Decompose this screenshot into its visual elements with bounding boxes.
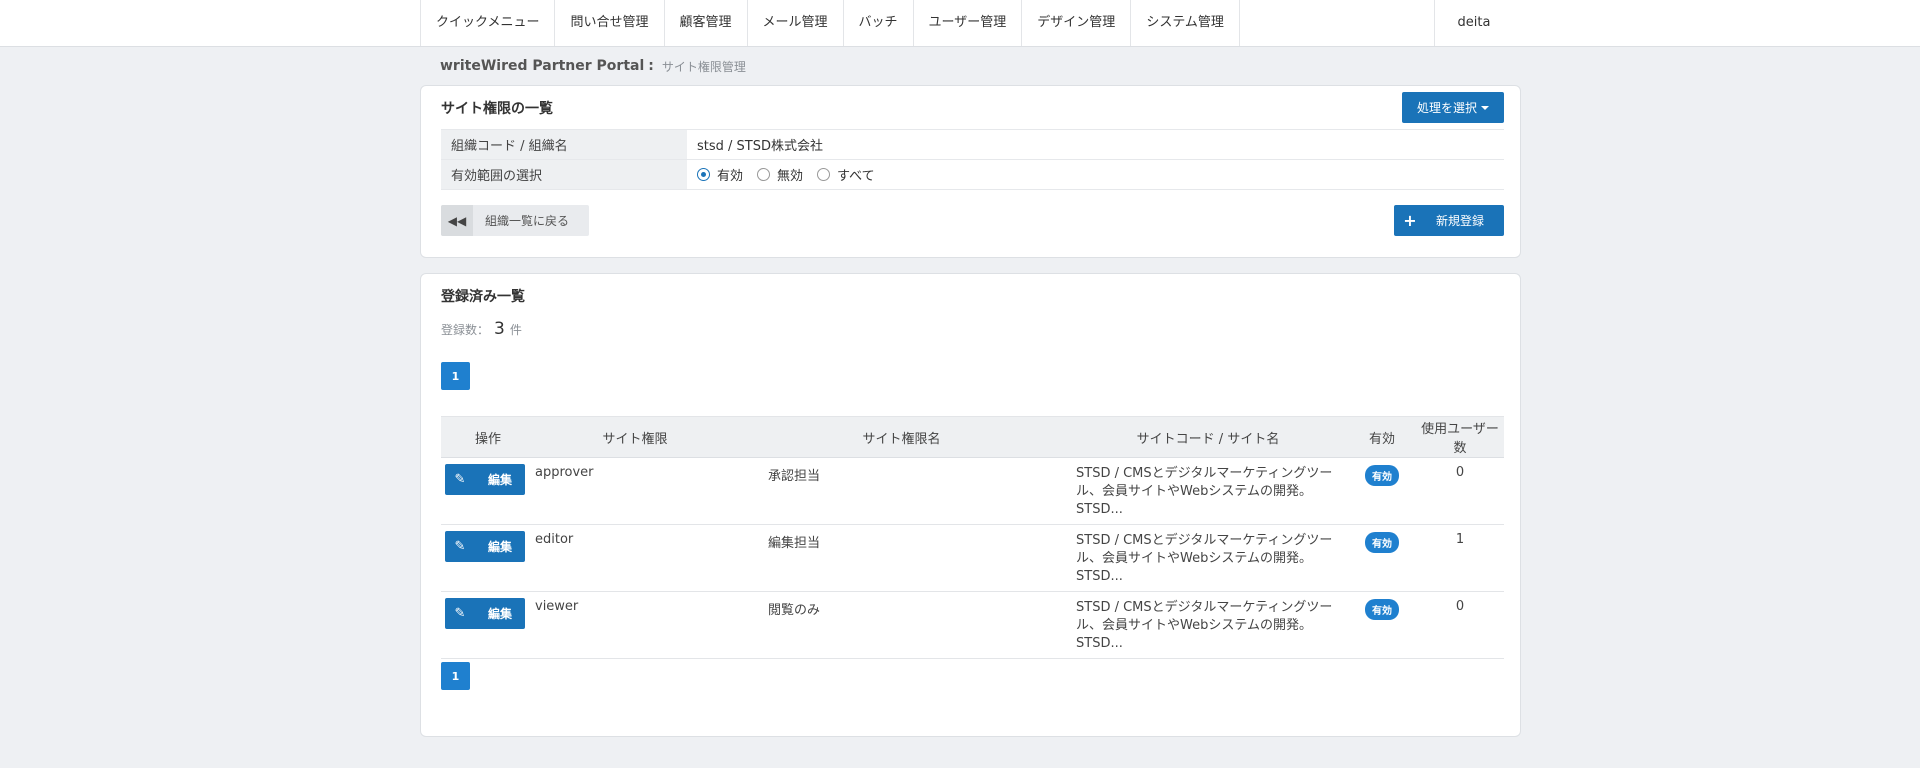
count-value: 3 [494, 319, 505, 339]
nav-item-design[interactable]: デザイン管理 [1022, 0, 1132, 46]
range-options: 有効 無効 すべて [687, 159, 1504, 190]
edit-button[interactable]: ✎ 編集 [445, 464, 525, 495]
select-action-button[interactable]: 処理を選択 [1402, 92, 1504, 123]
breadcrumb: writeWired Partner Portal : サイト権限管理 [440, 56, 746, 76]
radio-circle-checked [697, 168, 710, 181]
column-header-site: サイトコード / サイト名 [1068, 416, 1348, 458]
pencil-icon: ✎ [454, 539, 466, 554]
column-header-status: 有効 [1348, 416, 1416, 458]
nav-item-system[interactable]: システム管理 [1131, 0, 1240, 46]
user-count: 1 [1455, 532, 1465, 547]
new-register-button[interactable]: + 新規登録 [1394, 205, 1504, 236]
radio-label: すべて [837, 169, 875, 184]
filter-table: 組織コード / 組織名 stsd / STSD株式会社 有効範囲の選択 有効 無… [441, 129, 1504, 190]
edit-button[interactable]: ✎ 編集 [445, 598, 525, 629]
breadcrumb-separator: : [648, 58, 654, 74]
nav-item-batch[interactable]: バッチ [844, 0, 914, 46]
nav-item-customer[interactable]: 顧客管理 [665, 0, 748, 46]
table-header-row: 操作 サイト権限 サイト権限名 サイトコード / サイト名 有効 使用ユーザー数 [441, 416, 1504, 458]
select-action-label: 処理を選択 [1416, 101, 1477, 115]
site-name: STSD / CMSとデジタルマーケティングツール、会員サイトやWebシステムの… [1076, 466, 1333, 517]
edit-label: 編集 [487, 473, 512, 487]
table-row: ✎ 編集 editor 編集担当 STSD / CMSとデジタルマーケティングツー… [441, 524, 1504, 592]
nav-item-mail[interactable]: メール管理 [748, 0, 844, 46]
permission-code: approver [535, 465, 594, 480]
user-count: 0 [1455, 465, 1465, 480]
radio-label: 有効 [717, 169, 744, 184]
nav-item-quick-menu[interactable]: クイックメニュー [421, 0, 556, 46]
caret-down-icon [1481, 105, 1489, 110]
range-label: 有効範囲の選択 [441, 159, 687, 190]
permission-name: 編集担当 [768, 536, 821, 551]
breadcrumb-portal: writeWired Partner Portal [440, 58, 645, 74]
radio-all[interactable]: すべて [817, 165, 875, 184]
permission-code: editor [535, 532, 574, 547]
nav-menu: クイックメニュー 問い合せ管理 顧客管理 メール管理 バッチ ユーザー管理 デザ… [420, 0, 1240, 46]
pagination-page-bottom[interactable]: 1 [441, 662, 470, 690]
user-menu[interactable]: deita [1434, 0, 1513, 46]
plus-icon: + [1403, 211, 1417, 230]
table-row: ✎ 編集 approver 承認担当 STSD / CMSとデジタルマーケティング… [441, 457, 1504, 525]
top-navigation: クイックメニュー 問い合せ管理 顧客管理 メール管理 バッチ ユーザー管理 デザ… [0, 0, 1920, 47]
user-count: 0 [1455, 599, 1465, 614]
pagination-page-top[interactable]: 1 [441, 362, 470, 390]
registered-list-panel: 登録済み一覧 登録数： 3 件 1 操作 サイト権限 サイト権限名 サイトコード… [420, 273, 1521, 737]
permission-name: 閲覧のみ [768, 603, 821, 618]
nav-item-user[interactable]: ユーザー管理 [914, 0, 1023, 46]
double-chevron-left-icon: ◀◀ [441, 205, 473, 236]
radio-active[interactable]: 有効 [697, 165, 743, 184]
edit-label: 編集 [487, 540, 512, 554]
site-name: STSD / CMSとデジタルマーケティングツール、会員サイトやWebシステムの… [1076, 533, 1333, 584]
permissions-table: 操作 サイト権限 サイト権限名 サイトコード / サイト名 有効 使用ユーザー数… [441, 416, 1504, 659]
filter-row-range: 有効範囲の選択 有効 無効 すべて [441, 159, 1504, 190]
breadcrumb-current: サイト権限管理 [661, 59, 746, 74]
pencil-icon: ✎ [454, 472, 466, 487]
back-to-org-list-button[interactable]: ◀◀ 組織一覧に戻る [441, 205, 589, 236]
back-button-label: 組織一覧に戻る [485, 214, 570, 228]
status-badge: 有効 [1365, 599, 1399, 620]
nav-item-inquiry[interactable]: 問い合せ管理 [555, 0, 665, 46]
column-header-permission: サイト権限 [535, 416, 735, 458]
registered-list-title: 登録済み一覧 [441, 289, 525, 305]
radio-circle [757, 168, 771, 181]
table-row: ✎ 編集 viewer 閲覧のみ STSD / CMSとデジタルマーケティングツー… [441, 591, 1504, 659]
radio-label: 無効 [777, 169, 804, 184]
edit-button[interactable]: ✎ 編集 [445, 531, 525, 562]
column-header-action: 操作 [441, 416, 535, 458]
radio-inactive[interactable]: 無効 [757, 165, 803, 184]
org-value: stsd / STSD株式会社 [687, 129, 1504, 160]
count-label: 登録数： [441, 323, 490, 337]
edit-label: 編集 [487, 607, 512, 621]
radio-circle [817, 168, 831, 181]
org-label: 組織コード / 組織名 [441, 129, 687, 160]
site-name: STSD / CMSとデジタルマーケティングツール、会員サイトやWebシステムの… [1076, 600, 1333, 651]
registered-count: 登録数： 3 件 [441, 319, 522, 339]
permissions-title: サイト権限の一覧 [441, 101, 553, 117]
count-unit: 件 [509, 323, 522, 337]
permission-name: 承認担当 [768, 469, 821, 484]
column-header-permission-name: サイト権限名 [735, 416, 1068, 458]
new-register-label: 新規登録 [1436, 214, 1485, 228]
status-badge: 有効 [1365, 532, 1399, 553]
column-header-user-count: 使用ユーザー数 [1416, 416, 1504, 458]
filter-row-org: 組織コード / 組織名 stsd / STSD株式会社 [441, 129, 1504, 160]
permissions-panel: サイト権限の一覧 処理を選択 組織コード / 組織名 stsd / STSD株式… [420, 85, 1521, 258]
status-badge: 有効 [1365, 465, 1399, 486]
permission-code: viewer [535, 599, 579, 614]
pencil-icon: ✎ [454, 606, 466, 621]
